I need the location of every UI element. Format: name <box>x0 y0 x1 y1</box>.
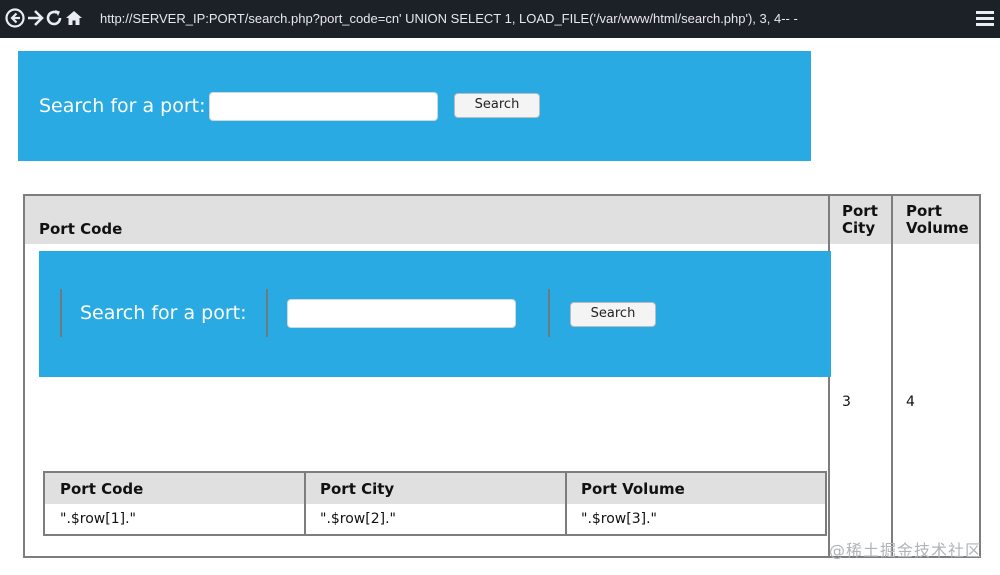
search-form: Search for a port: Search <box>18 51 811 161</box>
injected-cell-2: ".$row[2]." <box>320 511 396 527</box>
watermark: @稀土掘金技术社区 <box>828 541 982 560</box>
column-divider <box>304 473 306 534</box>
injected-cell-3: ".$row[3]." <box>581 511 657 527</box>
injected-table-header-row <box>45 473 825 504</box>
cell-divider <box>60 289 62 337</box>
injected-search-label: Search for a port: <box>80 302 247 324</box>
search-input[interactable] <box>209 92 438 121</box>
injected-header-port-volume: Port Volume <box>581 480 685 498</box>
cell-divider <box>266 289 268 337</box>
address-bar[interactable]: http://SERVER_IP:PORT/search.php?port_co… <box>92 6 912 32</box>
browser-toolbar: http://SERVER_IP:PORT/search.php?port_co… <box>0 0 1000 38</box>
menu-icon[interactable] <box>976 8 994 30</box>
search-label: Search for a port: <box>39 95 206 117</box>
header-port-city: Port City <box>842 202 878 237</box>
cell-port-city: 3 <box>842 394 851 410</box>
reload-icon[interactable] <box>43 8 65 30</box>
injected-cell-1: ".$row[1]." <box>60 511 136 527</box>
column-divider <box>891 196 893 556</box>
search-button[interactable]: Search <box>454 93 540 118</box>
column-divider <box>565 473 567 534</box>
injected-header-port-code: Port Code <box>60 480 144 498</box>
cell-divider <box>548 289 550 337</box>
cell-port-volume: 4 <box>906 394 915 410</box>
home-icon[interactable] <box>63 8 85 30</box>
injected-table: Port Code Port City Port Volume ".$row[1… <box>43 471 827 536</box>
header-port-volume: Port Volume <box>906 202 969 237</box>
header-port-code: Port Code <box>39 220 123 238</box>
injected-search-button[interactable]: Search <box>570 302 656 327</box>
table-header-row <box>25 196 979 244</box>
injected-search-input[interactable] <box>287 299 516 328</box>
injected-header-port-city: Port City <box>320 480 395 498</box>
injected-search-form: Search for a port: Search <box>39 251 831 377</box>
back-icon[interactable] <box>4 8 26 30</box>
url-text: http://SERVER_IP:PORT/search.php?port_co… <box>100 11 798 26</box>
